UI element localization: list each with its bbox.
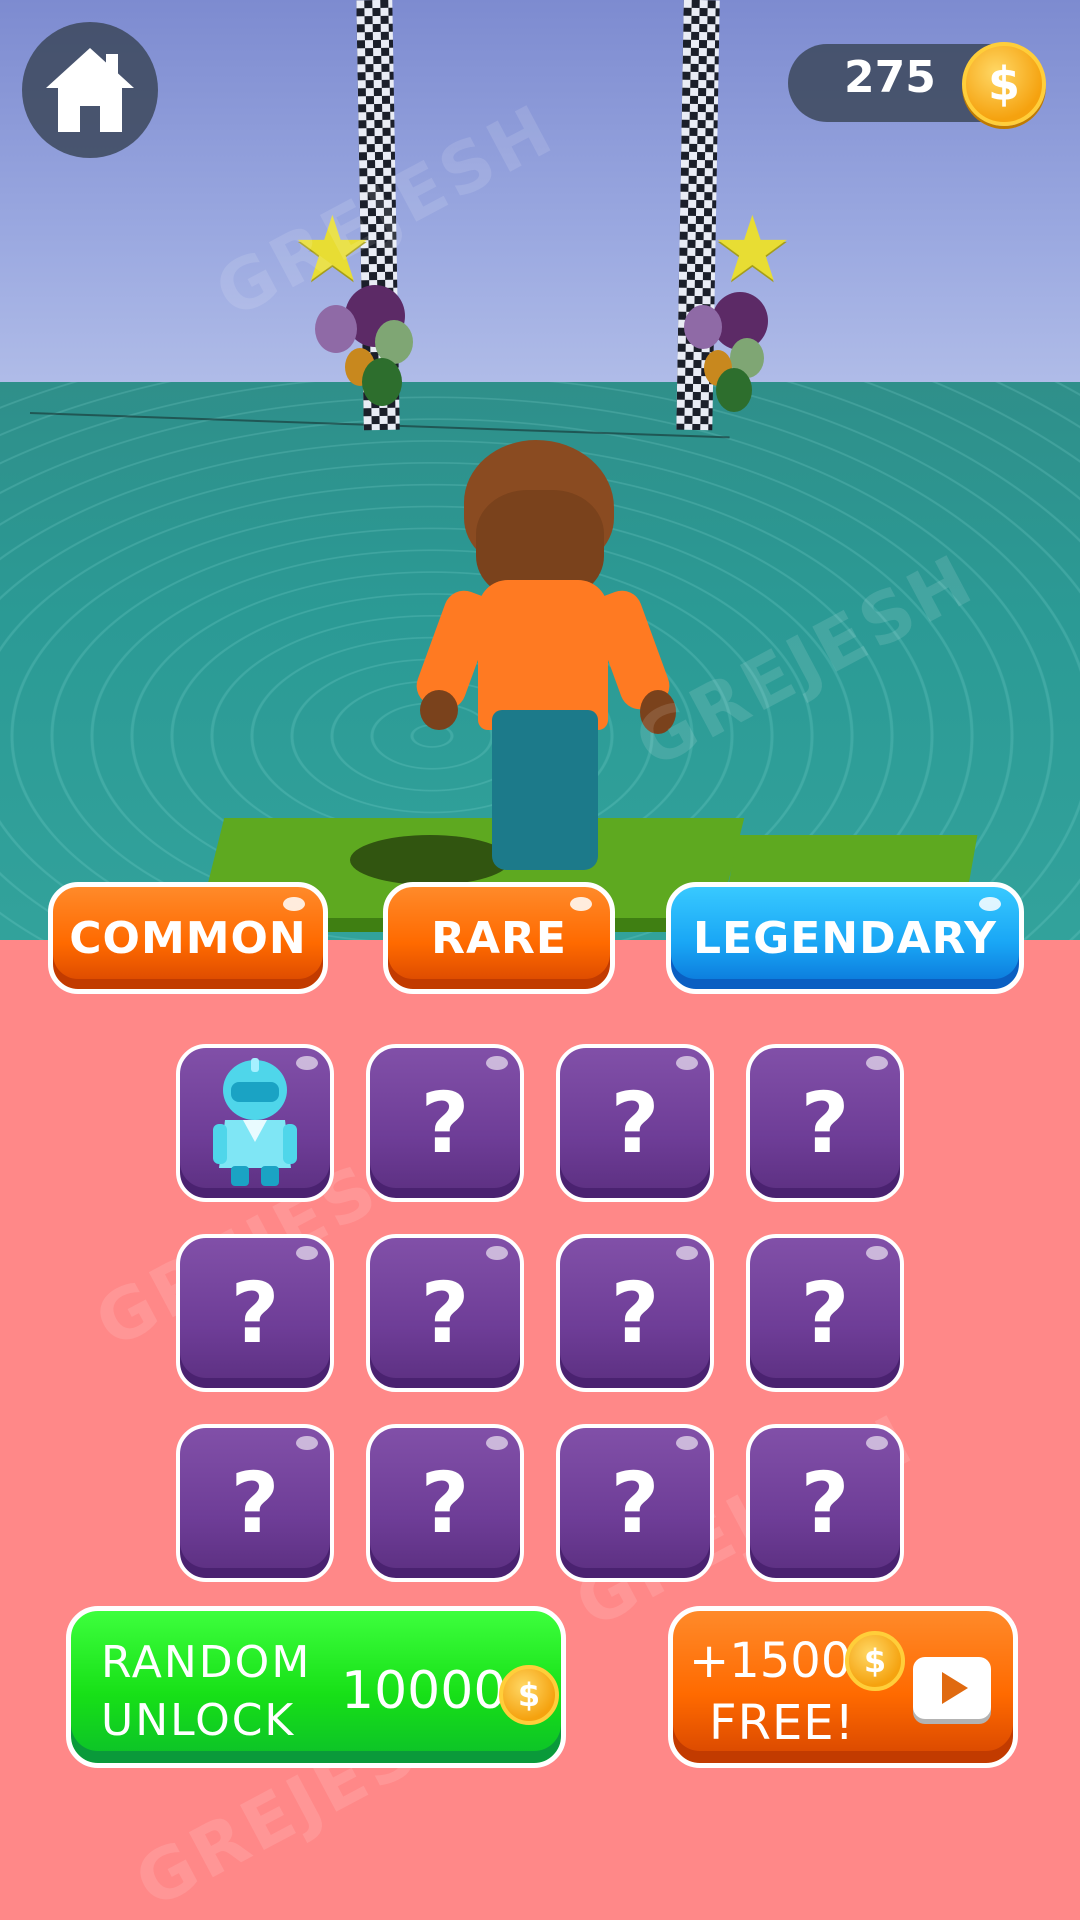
question-mark-icon: ? xyxy=(610,1264,660,1362)
coin-icon: $ xyxy=(845,1631,905,1691)
question-mark-icon: ? xyxy=(800,1264,850,1362)
skin-tile-locked[interactable]: ? xyxy=(176,1424,334,1582)
question-mark-icon: ? xyxy=(230,1454,280,1552)
balloon xyxy=(362,358,402,406)
question-mark-icon: ? xyxy=(420,1074,470,1172)
question-mark-icon: ? xyxy=(420,1264,470,1362)
random-unlock-button[interactable]: RANDOM UNLOCK 10000 $ xyxy=(66,1606,566,1768)
question-mark-icon: ? xyxy=(610,1454,660,1552)
tab-label: LEGENDARY xyxy=(692,912,997,964)
skin-tile-locked[interactable]: ? xyxy=(746,1234,904,1392)
skin-tile-locked[interactable]: ? xyxy=(366,1424,524,1582)
tab-common[interactable]: COMMON xyxy=(48,882,328,994)
skin-tile-unlocked[interactable] xyxy=(176,1044,334,1202)
skin-tile-locked[interactable]: ? xyxy=(176,1234,334,1392)
tab-label: RARE xyxy=(431,912,567,964)
skin-tile-locked[interactable]: ? xyxy=(746,1044,904,1202)
tab-rare[interactable]: RARE xyxy=(383,882,615,994)
game-scene: ★ ★ GREJESH GREJESH xyxy=(0,0,1080,960)
balloon xyxy=(684,305,722,349)
question-mark-icon: ? xyxy=(610,1074,660,1172)
random-unlock-price: 10000 xyxy=(341,1661,507,1721)
cyan-knight-character-icon xyxy=(213,1058,297,1186)
skin-tile-locked[interactable]: ? xyxy=(746,1424,904,1582)
character-pants xyxy=(492,710,598,870)
character-hand-left xyxy=(420,690,458,730)
balloon xyxy=(716,368,752,412)
home-icon xyxy=(46,48,134,132)
character-shirt xyxy=(478,580,608,730)
home-button[interactable] xyxy=(22,22,158,158)
coin-balance: 275 $ xyxy=(788,42,1046,126)
random-unlock-label-line2: UNLOCK xyxy=(101,1695,296,1746)
tab-legendary[interactable]: LEGENDARY xyxy=(666,882,1024,994)
coin-icon: $ xyxy=(962,42,1046,126)
skin-tile-locked[interactable]: ? xyxy=(366,1234,524,1392)
question-mark-icon: ? xyxy=(420,1454,470,1552)
player-character xyxy=(410,440,680,880)
coin-count: 275 xyxy=(844,52,936,103)
free-coins-label: FREE! xyxy=(709,1695,855,1751)
random-unlock-label-line1: RANDOM xyxy=(101,1637,312,1688)
skin-tile-locked[interactable]: ? xyxy=(556,1424,714,1582)
question-mark-icon: ? xyxy=(800,1454,850,1552)
shop-panel: GREJESH GREJESH GREJESH xyxy=(0,940,1080,1924)
question-mark-icon: ? xyxy=(800,1074,850,1172)
play-video-icon xyxy=(913,1657,991,1719)
question-mark-icon: ? xyxy=(230,1264,280,1362)
balloon xyxy=(315,305,357,353)
free-coins-button[interactable]: +1500 $ FREE! xyxy=(668,1606,1018,1768)
play-triangle-icon xyxy=(942,1672,968,1704)
character-hand-right xyxy=(640,690,676,734)
tab-label: COMMON xyxy=(69,912,307,964)
coin-icon: $ xyxy=(499,1665,559,1725)
skin-tile-locked[interactable]: ? xyxy=(366,1044,524,1202)
star-balloon-right: ★ xyxy=(712,197,793,302)
skin-tile-locked[interactable]: ? xyxy=(556,1234,714,1392)
star-balloon-left: ★ xyxy=(292,197,373,302)
free-coins-amount: +1500 xyxy=(689,1633,852,1689)
skin-tile-locked[interactable]: ? xyxy=(556,1044,714,1202)
